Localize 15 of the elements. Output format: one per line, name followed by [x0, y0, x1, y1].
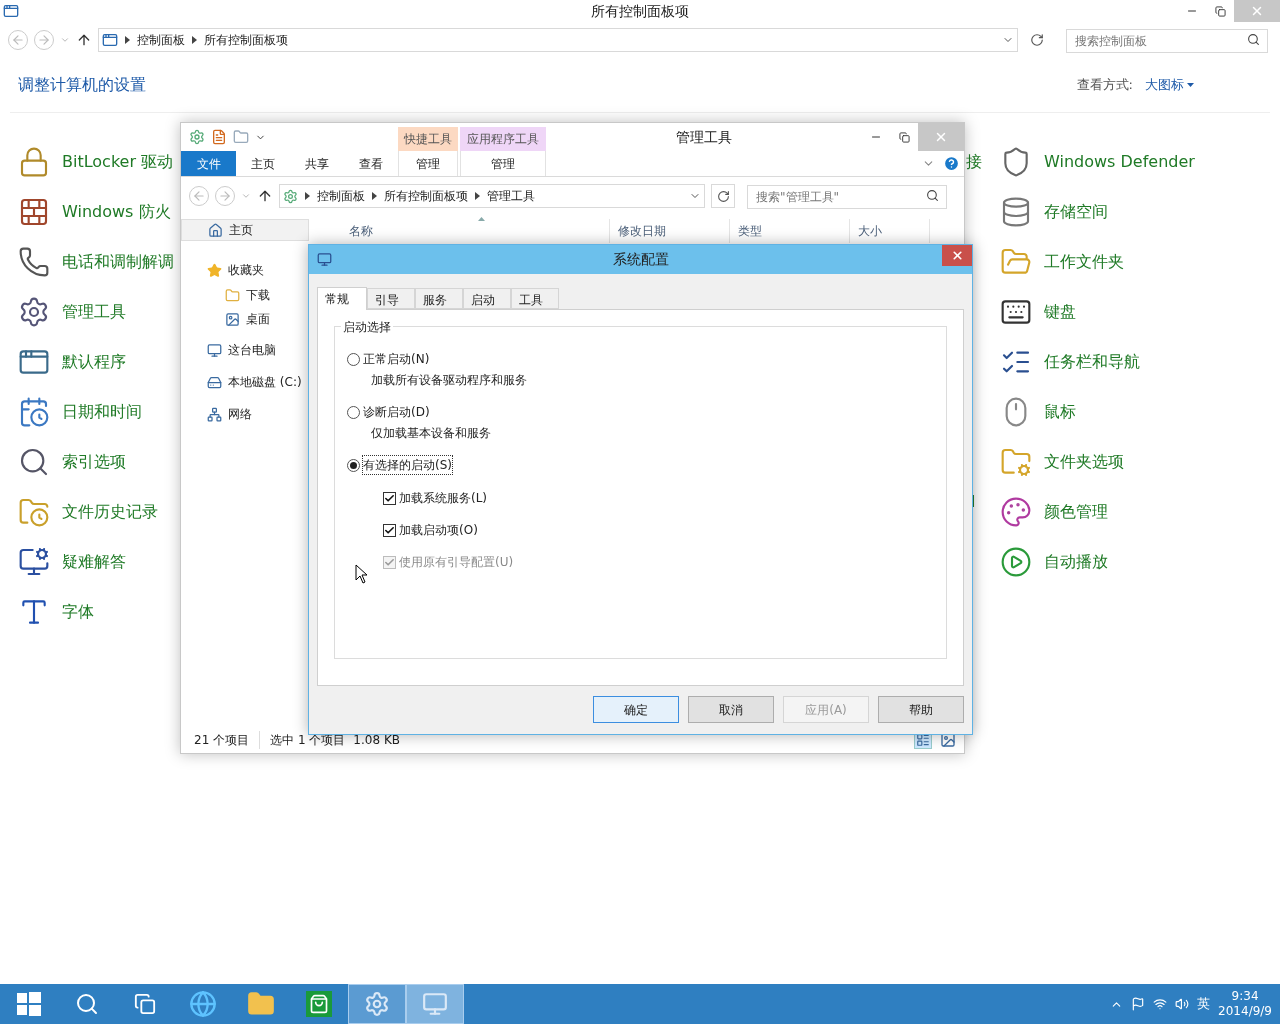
window-title: 所有控制面板项 [590, 1, 690, 21]
item-count: 21 个项目 [194, 731, 261, 749]
checkbox-option: 使用原有引导配置(U) [383, 552, 946, 572]
window-title: 管理工具 [675, 127, 733, 147]
selection-count: 选中 1 个项目 [269, 732, 347, 749]
context-tab-header: 快捷工具 [398, 127, 458, 151]
option-description: 加载所有设备驱动程序和服务 [370, 372, 528, 389]
page-heading: 调整计算机的设置 [18, 74, 146, 96]
group-label: 启动选择 [341, 318, 393, 336]
dialog-title: 系统配置 [612, 250, 670, 269]
context-tab-header: 应用程序工具 [460, 127, 546, 151]
dialog-button: 应用(A) [783, 696, 869, 723]
selection-size: 1.08 KB [353, 732, 400, 749]
view-by-label: 查看方式: [1076, 76, 1133, 95]
option-description: 仅加载基本设备和服务 [370, 425, 492, 442]
